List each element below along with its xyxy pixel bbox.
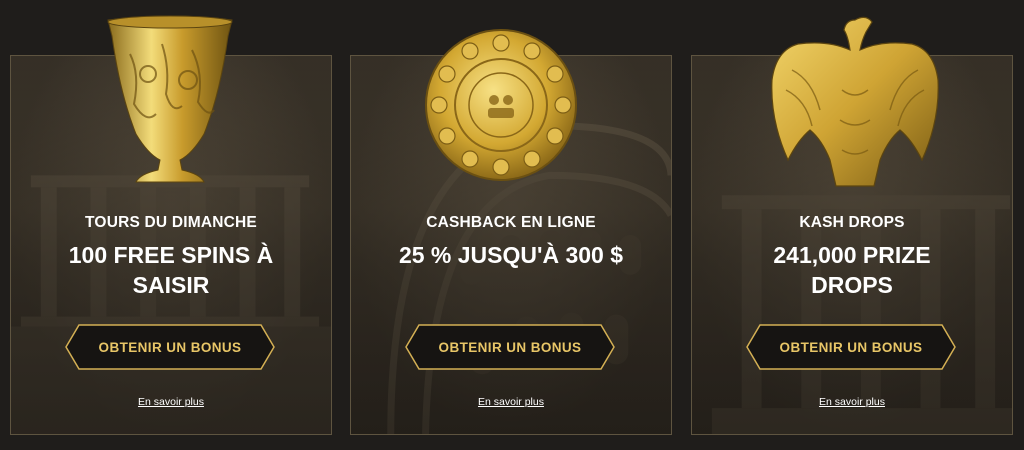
learn-more-link[interactable]: En savoir plus [692,396,1012,408]
promo-text: KASH DROPS 241,000 PRIZE DROPS [692,214,1012,300]
get-bonus-button-label: OBTENIR UN BONUS [779,339,923,355]
get-bonus-button-label: OBTENIR UN BONUS [438,339,582,355]
promo-offer: 100 FREE SPINS À SAISIR [68,242,274,298]
promo-label: KASH DROPS [799,214,905,231]
promo-label: CASHBACK EN LIGNE [426,214,596,231]
golden-vase-icon [100,14,240,186]
learn-more-link[interactable]: En savoir plus [351,396,671,408]
promo-label: TOURS DU DIMANCHE [85,214,257,231]
learn-more-link[interactable]: En savoir plus [11,396,331,408]
promo-text: CASHBACK EN LIGNE 25 % JUSQU'À 300 $ [351,214,671,270]
get-bonus-button-label: OBTENIR UN BONUS [98,339,242,355]
promotions-section: TOURS DU DIMANCHE 100 FREE SPINS À SAISI… [0,0,1024,450]
golden-coin-icon [424,28,578,182]
get-bonus-button[interactable]: OBTENIR UN BONUS [405,324,615,370]
promo-offer: 25 % JUSQU'À 300 $ [398,242,624,268]
get-bonus-button[interactable]: OBTENIR UN BONUS [746,324,956,370]
get-bonus-button[interactable]: OBTENIR UN BONUS [65,324,275,370]
promo-offer: 241,000 PRIZE DROPS [773,242,931,298]
promo-text: TOURS DU DIMANCHE 100 FREE SPINS À SAISI… [11,214,331,300]
golden-eagle-icon [762,10,948,192]
